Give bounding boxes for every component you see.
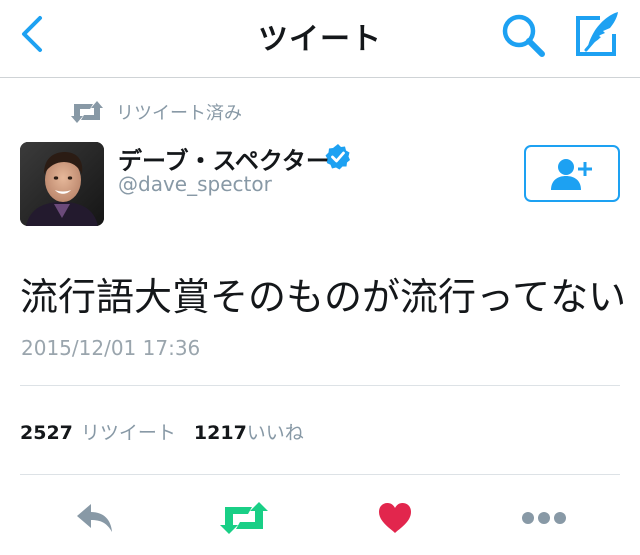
retweet-count[interactable]: 2527 xyxy=(20,422,73,444)
like-count[interactable]: 1217 xyxy=(194,422,247,444)
search-icon xyxy=(502,14,545,57)
retweet-button[interactable] xyxy=(216,490,272,546)
avatar-photo xyxy=(20,142,104,226)
compose-icon xyxy=(576,12,618,56)
avatar[interactable] xyxy=(20,142,104,226)
navigation-bar: ツイート xyxy=(0,0,640,78)
like-count-label[interactable]: いいね xyxy=(247,418,304,445)
heart-icon xyxy=(379,503,411,533)
retweeted-label: リツイート済み xyxy=(116,103,242,124)
author-name[interactable]: デーブ・スペクター xyxy=(118,141,330,176)
reply-button[interactable] xyxy=(70,490,120,546)
like-button[interactable] xyxy=(370,490,420,546)
add-user-icon xyxy=(551,158,592,190)
retweeted-context: リツイート済み xyxy=(70,98,242,126)
follow-button[interactable] xyxy=(524,145,620,202)
more-button[interactable] xyxy=(516,490,572,546)
tweet-action-bar xyxy=(0,490,640,546)
tweet-timestamp: 2015/12/01 17:36 xyxy=(21,336,201,360)
reply-icon xyxy=(77,504,112,532)
author-handle[interactable]: @dave_spector xyxy=(118,172,272,196)
divider xyxy=(20,474,620,475)
tweet-stats: 2527 リツイート 1217 いいね xyxy=(20,418,304,445)
search-button[interactable] xyxy=(498,10,548,60)
divider xyxy=(20,385,620,386)
more-dots-icon xyxy=(522,512,566,524)
retweet-count-label[interactable]: リツイート xyxy=(81,418,176,445)
verified-badge-icon xyxy=(325,144,350,170)
tweet-text: 流行語大賞そのものが流行ってない xyxy=(20,275,627,319)
retweet-icon xyxy=(71,101,103,123)
compose-button[interactable] xyxy=(570,8,624,62)
retweet-icon xyxy=(220,502,268,534)
